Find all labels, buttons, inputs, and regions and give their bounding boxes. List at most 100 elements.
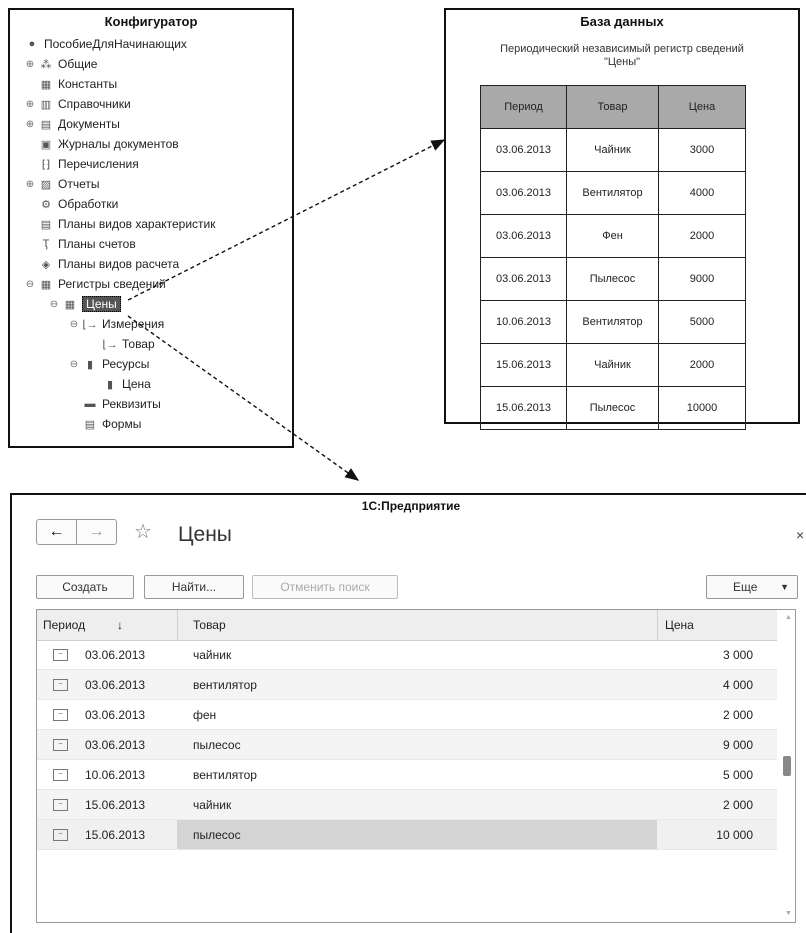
- scroll-down-icon[interactable]: ▼: [785, 910, 792, 917]
- table-row: 03.06.2013 Вентилятор 4000: [480, 171, 746, 215]
- tree-item-processing[interactable]: ⚙ Обработки: [36, 194, 118, 214]
- tree-item-resource-price[interactable]: ▮ Цена: [100, 374, 151, 394]
- list-grid[interactable]: Период ↓ Товар Цена ~ 03.06.2013 чайник …: [36, 609, 796, 923]
- tree-item-label: Журналы документов: [58, 137, 179, 151]
- processing-icon: ⚙: [41, 198, 51, 211]
- expand-icon[interactable]: ⊕: [24, 119, 36, 130]
- forward-button[interactable]: →: [76, 519, 117, 545]
- goods-cell: чайник: [193, 798, 232, 812]
- tree-item-forms[interactable]: ▤ Формы: [80, 414, 142, 434]
- price-cell: 4000: [658, 171, 746, 215]
- scroll-up-icon[interactable]: ▲: [785, 614, 792, 621]
- expand-icon[interactable]: ⊕: [24, 59, 36, 70]
- period-cell: 03.06.2013: [85, 708, 146, 722]
- back-arrow-icon: ←: [48, 523, 65, 540]
- tree-item-documents[interactable]: ⊕ ▤ Документы: [24, 114, 120, 134]
- column-header-period[interactable]: Период: [43, 618, 85, 632]
- more-button[interactable]: Еще ▼: [706, 575, 798, 599]
- table-row[interactable]: ~ 15.06.2013 чайник 2 000: [37, 790, 777, 820]
- tree-item-constants[interactable]: ▦ Константы: [36, 74, 117, 94]
- table-row[interactable]: ~ 03.06.2013 чайник 3 000: [37, 640, 777, 670]
- column-separator: [657, 610, 658, 640]
- tree-item-journals[interactable]: ▣ Журналы документов: [36, 134, 179, 154]
- tree-item-label: Константы: [58, 77, 118, 91]
- tree-item-common[interactable]: ⊕ ⁂ Общие: [24, 54, 98, 74]
- price-cell: 5 000: [722, 768, 753, 782]
- price-cell: 2000: [658, 214, 746, 258]
- chart-of-characteristics-icon: ▤: [40, 218, 52, 231]
- goods-cell: Чайник: [566, 343, 659, 387]
- tree-item-resources[interactable]: ⊖ ▮ Ресурсы: [68, 354, 150, 374]
- catalogs-icon: ▥: [40, 98, 52, 111]
- resource-icon: ▮: [106, 378, 114, 391]
- tree-item-dimensions[interactable]: ⊖ ⌊→ Измерения: [68, 314, 164, 334]
- goods-cell: Фен: [566, 214, 659, 258]
- table-row-selected[interactable]: ~ 15.06.2013 пылесос 10 000: [37, 820, 777, 850]
- favorite-star-icon[interactable]: ☆: [134, 519, 152, 544]
- tree-item-catalogs[interactable]: ⊕ ▥ Справочники: [24, 94, 131, 114]
- tree-item-label: Планы счетов: [58, 237, 136, 251]
- dropdown-arrow-icon: ▼: [780, 582, 789, 592]
- tree-item-enums[interactable]: ⁅⁆ Перечисления: [36, 154, 139, 174]
- tree-item-info-registers[interactable]: ⊖ ▦ Регистры сведений: [24, 274, 166, 294]
- scrollbar-thumb[interactable]: [783, 756, 791, 776]
- tree-item-reports[interactable]: ⊕ ▨ Отчеты: [24, 174, 100, 194]
- goods-cell: чайник: [193, 648, 232, 662]
- goods-cell: Пылесос: [566, 386, 659, 430]
- dimension-icon: ⌊→: [102, 338, 118, 351]
- table-row: 03.06.2013 Фен 2000: [480, 214, 746, 258]
- tree-item-chart-of-accounts[interactable]: Ҭ Планы счетов: [36, 234, 136, 254]
- forward-arrow-icon: →: [88, 523, 105, 540]
- constants-icon: ▦: [40, 78, 52, 91]
- collapse-icon[interactable]: ⊖: [24, 279, 36, 290]
- table-row[interactable]: ~ 03.06.2013 фен 2 000: [37, 700, 777, 730]
- create-button[interactable]: Создать: [36, 575, 134, 599]
- price-cell: 10 000: [716, 828, 753, 842]
- record-icon: ~: [53, 739, 68, 751]
- table-row: 10.06.2013 Вентилятор 5000: [480, 300, 746, 344]
- collapse-icon[interactable]: ⊖: [68, 359, 80, 370]
- column-header-price[interactable]: Цена: [665, 618, 694, 632]
- calculation-types-icon: ◈: [41, 258, 51, 271]
- close-icon[interactable]: ×: [796, 527, 804, 543]
- period-cell: 03.06.2013: [85, 678, 146, 692]
- goods-cell: Чайник: [566, 128, 659, 172]
- tree-item-root[interactable]: ● ПособиеДляНачинающих: [24, 34, 187, 54]
- tree-item-label: Измерения: [102, 317, 165, 331]
- tree-item-dimension-goods[interactable]: ⌊→ Товар: [100, 334, 154, 354]
- register-icon: ▦: [64, 298, 76, 311]
- tree-item-label: Справочники: [58, 97, 131, 111]
- config-root-icon: ●: [28, 38, 36, 50]
- table-row[interactable]: ~ 10.06.2013 вентилятор 5 000: [37, 760, 777, 790]
- collapse-icon[interactable]: ⊖: [68, 319, 80, 330]
- table-row[interactable]: ~ 03.06.2013 пылесос 9 000: [37, 730, 777, 760]
- column-header: Товар: [566, 85, 659, 129]
- collapse-icon[interactable]: ⊖: [48, 299, 60, 310]
- cancel-search-button[interactable]: Отменить поиск: [252, 575, 398, 599]
- tree-item-attributes[interactable]: ▬ Реквизиты: [80, 394, 161, 414]
- tree-item-calculation-types[interactable]: ◈ Планы видов расчета: [36, 254, 179, 274]
- back-button[interactable]: ←: [36, 519, 77, 545]
- tree-item-label: Реквизиты: [102, 397, 161, 411]
- find-button[interactable]: Найти...: [144, 575, 244, 599]
- tree-item-label: Цены: [82, 296, 121, 312]
- selected-cell-highlight: [177, 820, 657, 849]
- database-title: База данных: [580, 14, 664, 29]
- goods-cell: пылесос: [193, 738, 241, 752]
- price-cell: 10000: [658, 386, 746, 430]
- column-separator: [177, 610, 178, 640]
- table-row[interactable]: ~ 03.06.2013 вентилятор 4 000: [37, 670, 777, 700]
- tree-item-prices-register[interactable]: ⊖ ▦ Цены: [48, 294, 121, 314]
- price-cell: 4 000: [722, 678, 753, 692]
- price-cell: 5000: [658, 300, 746, 344]
- period-cell: 15.06.2013: [480, 343, 567, 387]
- expand-icon[interactable]: ⊕: [24, 99, 36, 110]
- goods-cell: пылесос: [193, 828, 241, 842]
- expand-icon[interactable]: ⊕: [24, 179, 36, 190]
- table-header-row: Период Товар Цена: [480, 85, 746, 129]
- journals-icon: ▣: [40, 138, 52, 151]
- column-header-goods[interactable]: Товар: [193, 618, 226, 632]
- tree-item-label: Документы: [58, 117, 120, 131]
- tree-item-chart-of-characteristics[interactable]: ▤ Планы видов характеристик: [36, 214, 216, 234]
- price-cell: 2 000: [722, 708, 753, 722]
